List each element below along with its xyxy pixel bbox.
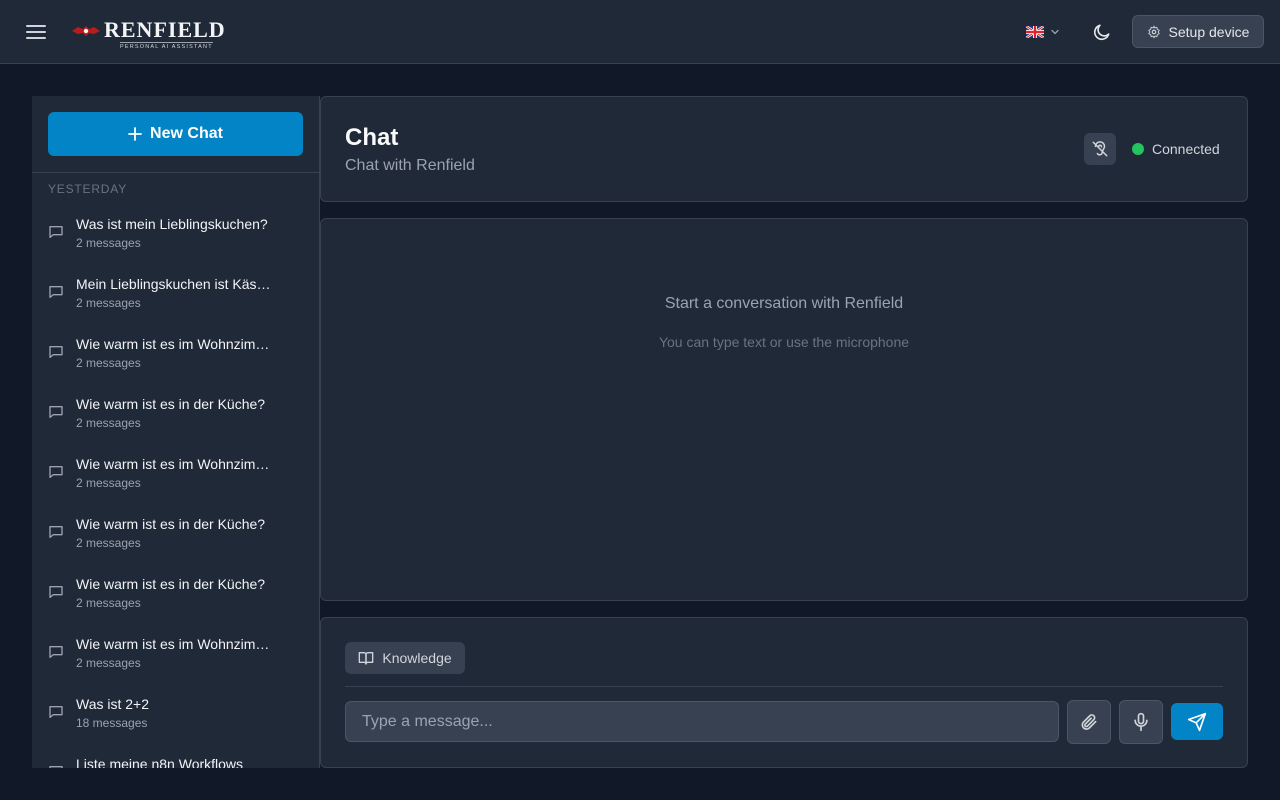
message-square-icon: [48, 224, 64, 240]
send-button[interactable]: [1171, 703, 1223, 740]
conversation-item[interactable]: Wie warm ist es im Wohnzim… 2 messages: [40, 330, 312, 386]
conversation-item[interactable]: Wie warm ist es in der Küche? 2 messages: [40, 510, 312, 566]
empty-state-title: Start a conversation with Renfield: [664, 295, 904, 312]
conversation-item[interactable]: Liste meine n8n Workflows: [40, 750, 312, 768]
theme-toggle-button[interactable]: [1088, 18, 1116, 46]
message-area: Start a conversation with Renfield You c…: [320, 218, 1248, 601]
knowledge-label: Knowledge: [382, 650, 452, 666]
logo-subtitle: PERSONAL AI ASSISTANT: [120, 42, 213, 50]
conversation-item[interactable]: Wie warm ist es in der Küche? 2 messages: [40, 390, 312, 446]
attach-file-button[interactable]: [1067, 700, 1111, 744]
message-input[interactable]: [345, 701, 1059, 742]
status-text: Connected: [1152, 141, 1220, 157]
page-subtitle: Chat with Renfield: [345, 157, 475, 174]
message-square-icon: [48, 764, 64, 768]
setup-device-button[interactable]: Setup device: [1132, 15, 1264, 48]
page-title: Chat: [345, 124, 399, 151]
paperclip-icon: [1081, 714, 1097, 730]
top-bar: RENFIELD PERSONAL AI ASSISTANT Setup dev…: [0, 0, 1280, 64]
plus-icon: [128, 127, 142, 141]
message-square-icon: [48, 464, 64, 480]
book-open-icon: [359, 652, 374, 665]
conversation-title: Was ist 2+2: [76, 696, 150, 712]
conversation-item[interactable]: Was ist 2+2 18 messages: [40, 690, 312, 746]
moon-icon: [1093, 24, 1110, 41]
chevron-down-icon: [1051, 29, 1059, 35]
logo-emblem-icon: [72, 26, 100, 36]
conversation-sidebar: New Chat YESTERDAY Was ist mein Liebling…: [32, 96, 320, 768]
hamburger-icon: [26, 25, 46, 39]
app-logo[interactable]: RENFIELD PERSONAL AI ASSISTANT: [72, 18, 228, 50]
conversation-item[interactable]: Was ist mein Lieblingskuchen? 2 messages: [40, 210, 312, 266]
conversation-message-count: 2 messages: [76, 416, 141, 430]
conversation-item[interactable]: Wie warm ist es im Wohnzim… 2 messages: [40, 630, 312, 686]
wake-word-toggle-button[interactable]: [1084, 133, 1116, 165]
ear-off-icon: [1092, 141, 1108, 157]
conversation-message-count: 2 messages: [76, 356, 141, 370]
new-chat-label: New Chat: [150, 125, 223, 142]
message-square-icon: [48, 284, 64, 300]
chat-header: Chat Chat with Renfield Connected: [320, 96, 1248, 202]
conversation-item[interactable]: Wie warm ist es im Wohnzim… 2 messages: [40, 450, 312, 506]
menu-button[interactable]: [20, 16, 52, 48]
conversation-title: Wie warm ist es im Wohnzim…: [76, 336, 270, 352]
status-indicator: [1132, 143, 1144, 155]
conversation-title: Wie warm ist es in der Küche?: [76, 576, 266, 592]
setup-device-label: Setup device: [1168, 23, 1250, 40]
conversation-message-count: 2 messages: [76, 296, 141, 310]
message-square-icon: [48, 644, 64, 660]
message-square-icon: [48, 584, 64, 600]
conversation-item[interactable]: Mein Lieblingskuchen ist Käs… 2 messages: [40, 270, 312, 326]
conversation-title: Liste meine n8n Workflows: [76, 756, 244, 768]
uk-flag-icon: [1026, 26, 1044, 38]
date-group-label: YESTERDAY: [48, 182, 127, 196]
empty-state-subtitle: You can type text or use the microphone: [658, 334, 910, 350]
composer-divider: [345, 686, 1223, 687]
message-square-icon: [48, 404, 64, 420]
message-square-icon: [48, 524, 64, 540]
conversation-message-count: 2 messages: [76, 596, 141, 610]
conversation-title: Wie warm ist es im Wohnzim…: [76, 636, 270, 652]
connection-status: Connected: [1132, 141, 1220, 157]
conversation-message-count: 18 messages: [76, 716, 148, 730]
conversation-title: Was ist mein Lieblingskuchen?: [76, 216, 268, 232]
conversation-title: Wie warm ist es in der Küche?: [76, 516, 266, 532]
gear-icon: [1147, 25, 1160, 38]
message-square-icon: [48, 704, 64, 720]
conversation-title: Mein Lieblingskuchen ist Käs…: [76, 276, 271, 292]
microphone-button[interactable]: [1119, 700, 1163, 744]
conversation-message-count: 2 messages: [76, 236, 141, 250]
conversation-message-count: 2 messages: [76, 476, 141, 490]
logo-text: RENFIELD: [104, 17, 226, 42]
message-square-icon: [48, 344, 64, 360]
conversation-message-count: 2 messages: [76, 656, 141, 670]
conversation-message-count: 2 messages: [76, 536, 141, 550]
conversation-item[interactable]: Wie warm ist es in der Küche? 2 messages: [40, 570, 312, 626]
conversation-title: Wie warm ist es im Wohnzim…: [76, 456, 270, 472]
conversation-title: Wie warm ist es in der Küche?: [76, 396, 266, 412]
send-icon: [1187, 712, 1207, 731]
sidebar-divider: [32, 172, 319, 173]
language-selector[interactable]: [1026, 22, 1066, 42]
knowledge-button[interactable]: Knowledge: [345, 642, 465, 674]
new-chat-button[interactable]: New Chat: [48, 112, 303, 156]
microphone-icon: [1134, 712, 1148, 732]
message-composer: Knowledge: [320, 617, 1248, 768]
